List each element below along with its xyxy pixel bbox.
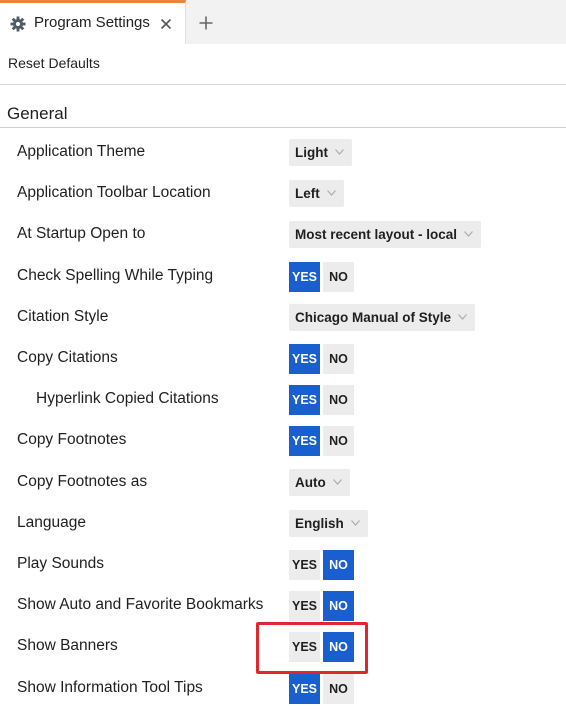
copy-footnotes-toggle: YES NO xyxy=(289,426,357,457)
setting-label: Language xyxy=(17,513,86,531)
chevron-down-icon xyxy=(464,231,474,238)
no-button[interactable]: NO xyxy=(323,261,354,292)
setting-row-show-auto-and-favorite-bookmarks: Show Auto and Favorite Bookmarks YES NO xyxy=(0,589,566,623)
gear-icon xyxy=(10,16,26,32)
setting-row-play-sounds: Play Sounds YES NO xyxy=(0,548,566,582)
setting-label: Show Information Tool Tips xyxy=(17,678,203,696)
setting-label: Play Sounds xyxy=(17,555,105,572)
reset-defaults-button[interactable]: Reset Defaults xyxy=(8,55,100,71)
yes-button[interactable]: YES xyxy=(289,673,320,704)
setting-label: Check Spelling While Typing xyxy=(17,266,214,284)
no-button[interactable]: NO xyxy=(323,632,354,663)
section-divider xyxy=(0,127,566,128)
no-button[interactable]: NO xyxy=(323,550,354,580)
plus-icon[interactable] xyxy=(199,16,213,30)
chevron-down-icon xyxy=(458,313,468,320)
setting-label: Show Auto and Favorite Bookmarks xyxy=(17,596,264,614)
no-button[interactable]: NO xyxy=(323,344,354,374)
setting-label: Copy Citations xyxy=(17,349,118,366)
setting-row-copy-citations: Copy Citations YES NO xyxy=(0,342,566,376)
copy-footnotes-as-dropdown[interactable]: Auto xyxy=(289,468,350,496)
setting-row-check-spelling-while-typing: Check Spelling While Typing YES NO xyxy=(0,260,566,294)
chevron-down-icon xyxy=(332,478,342,485)
yes-button[interactable]: YES xyxy=(289,261,320,292)
setting-row-application-theme: Application Theme Light xyxy=(0,136,566,170)
setting-row-show-information-tool-tips: Show Information Tool Tips YES NO xyxy=(0,672,566,706)
chevron-down-icon xyxy=(326,190,336,197)
setting-row-application-toolbar-location: Application Toolbar Location Left xyxy=(0,177,566,211)
setting-label: At Startup Open to xyxy=(17,225,146,243)
setting-row-show-banners: Show Banners YES NO xyxy=(0,630,566,664)
show-auto-and-favorite-bookmarks-toggle: YES NO xyxy=(289,591,357,622)
setting-row-language: Language English xyxy=(0,507,566,541)
copy-citations-toggle: YES NO xyxy=(289,344,357,374)
check-spelling-while-typing-toggle: YES NO xyxy=(289,261,357,292)
application-theme-dropdown[interactable]: Light xyxy=(289,139,352,166)
setting-label: Copy Footnotes as xyxy=(17,472,148,490)
yes-button[interactable]: YES xyxy=(289,426,320,457)
setting-row-hyperlink-copied-citations: Hyperlink Copied Citations YES NO xyxy=(0,383,566,417)
setting-row-at-startup-open-to: At Startup Open to Most recent layout - l… xyxy=(0,218,566,252)
setting-row-copy-footnotes: Copy Footnotes YES NO xyxy=(0,424,566,458)
no-button[interactable]: NO xyxy=(323,426,354,457)
application-toolbar-location-dropdown[interactable]: Left xyxy=(289,180,344,208)
show-information-tool-tips-toggle: YES NO xyxy=(289,673,357,704)
close-icon[interactable] xyxy=(160,18,172,30)
section-title: General xyxy=(7,104,68,123)
yes-button[interactable]: YES xyxy=(289,591,320,622)
language-dropdown[interactable]: English xyxy=(289,509,368,537)
tab-title: Program Settings xyxy=(34,14,150,31)
setting-label: Application Toolbar Location xyxy=(17,184,211,202)
setting-row-copy-footnotes-as: Copy Footnotes as Auto xyxy=(0,466,566,500)
dropdown-value: English xyxy=(295,515,344,531)
tab-program-settings[interactable]: Program Settings xyxy=(0,0,186,44)
no-button[interactable]: NO xyxy=(323,673,354,704)
setting-row-citation-style: Citation Style Chicago Manual of Style xyxy=(0,301,566,335)
yes-button[interactable]: YES xyxy=(289,550,320,580)
dropdown-value: Left xyxy=(295,186,320,202)
yes-button[interactable]: YES xyxy=(289,632,320,663)
play-sounds-toggle: YES NO xyxy=(289,550,357,580)
hyperlink-copied-citations-toggle: YES NO xyxy=(289,385,357,416)
setting-label: Citation Style xyxy=(17,307,109,325)
at-startup-open-to-dropdown[interactable]: Most recent layout - local xyxy=(289,221,482,249)
setting-label: Copy Footnotes xyxy=(17,431,127,449)
tab-bar: Program Settings xyxy=(0,0,566,44)
dropdown-value: Auto xyxy=(295,474,326,490)
dropdown-value: Most recent layout - local xyxy=(295,227,458,243)
citation-style-dropdown[interactable]: Chicago Manual of Style xyxy=(289,303,476,331)
dropdown-value: Light xyxy=(295,145,328,160)
setting-label: Application Theme xyxy=(17,143,146,160)
setting-label: Hyperlink Copied Citations xyxy=(36,390,219,408)
no-button[interactable]: NO xyxy=(323,385,354,416)
no-button[interactable]: NO xyxy=(323,591,354,622)
show-banners-toggle: YES NO xyxy=(289,632,357,663)
dropdown-value: Chicago Manual of Style xyxy=(295,309,452,325)
yes-button[interactable]: YES xyxy=(289,385,320,416)
yes-button[interactable]: YES xyxy=(289,344,320,374)
chevron-down-icon xyxy=(350,519,360,526)
setting-label: Show Banners xyxy=(17,637,118,655)
toolbar: Reset Defaults xyxy=(0,44,566,85)
chevron-down-icon xyxy=(335,149,344,155)
